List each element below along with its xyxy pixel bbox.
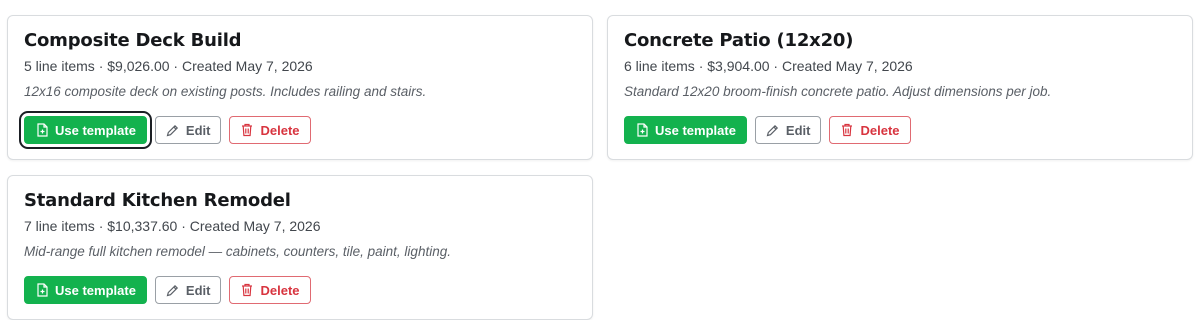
template-meta: 5 line items · $9,026.00 · Created May 7… (24, 58, 313, 74)
file-plus-icon (635, 123, 649, 137)
edit-button[interactable]: Edit (154, 116, 222, 144)
template-card: Concrete Patio (12x20) 6 line items · $3… (607, 15, 1193, 160)
delete-label: Delete (260, 122, 300, 138)
use-template-label: Use template (55, 122, 136, 138)
trash-icon (240, 283, 254, 297)
template-title: Concrete Patio (12x20) (624, 30, 854, 51)
template-description: Mid-range full kitchen remodel — cabinet… (24, 244, 451, 259)
delete-label: Delete (260, 282, 300, 298)
edit-button[interactable]: Edit (754, 116, 822, 144)
edit-label: Edit (785, 122, 811, 138)
use-template-button[interactable]: Use template (624, 116, 747, 144)
template-title: Composite Deck Build (24, 30, 242, 51)
edit-button[interactable]: Edit (154, 276, 222, 304)
template-meta: 6 line items · $3,904.00 · Created May 7… (624, 58, 913, 74)
template-actions: Use template Edit Delete (19, 111, 311, 149)
template-actions: Use template Edit Delete (24, 276, 311, 304)
pencil-icon (166, 283, 180, 297)
delete-button[interactable]: Delete (229, 116, 311, 144)
trash-icon (240, 123, 254, 137)
pencil-icon (166, 123, 180, 137)
use-template-button[interactable]: Use template (24, 276, 147, 304)
delete-label: Delete (860, 122, 900, 138)
trash-icon (840, 123, 854, 137)
use-template-label: Use template (655, 122, 736, 138)
edit-label: Edit (185, 282, 211, 298)
use-template-label: Use template (55, 282, 136, 298)
template-card: Standard Kitchen Remodel 7 line items · … (7, 175, 593, 320)
template-meta: 7 line items · $10,337.60 · Created May … (24, 218, 321, 234)
template-title: Standard Kitchen Remodel (24, 190, 291, 211)
use-template-button[interactable]: Use template (19, 111, 152, 149)
delete-button[interactable]: Delete (229, 276, 311, 304)
template-card: Composite Deck Build 5 line items · $9,0… (7, 15, 593, 160)
template-actions: Use template Edit Delete (624, 116, 911, 144)
pencil-icon (766, 123, 780, 137)
file-plus-icon (35, 283, 49, 297)
file-plus-icon (35, 123, 49, 137)
template-description: 12x16 composite deck on existing posts. … (24, 84, 427, 99)
delete-button[interactable]: Delete (829, 116, 911, 144)
template-grid: Composite Deck Build 5 line items · $9,0… (0, 0, 1200, 320)
edit-label: Edit (185, 122, 211, 138)
template-description: Standard 12x20 broom-finish concrete pat… (624, 84, 1052, 99)
